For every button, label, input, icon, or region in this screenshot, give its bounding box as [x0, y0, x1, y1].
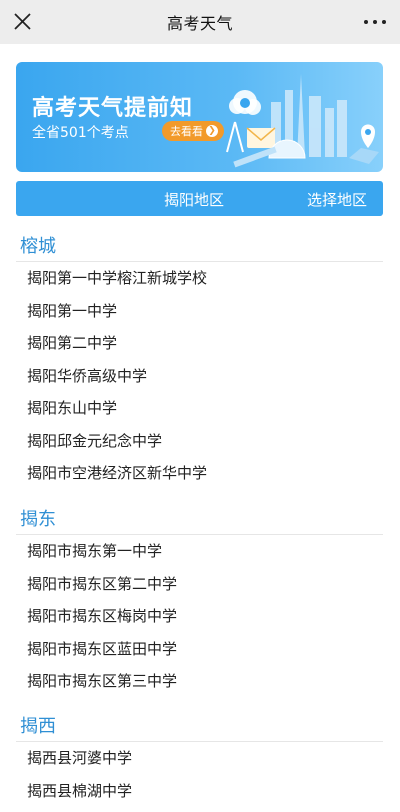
- city-skyline-illustration: [226, 74, 379, 168]
- district-section: 榕城 揭阳第一中学榕江新城学校 揭阳第一中学 揭阳第二中学 揭阳华侨高级中学 揭…: [16, 232, 383, 490]
- banner-go-label: 去看看: [170, 125, 203, 138]
- school-item[interactable]: 揭阳第二中学: [16, 327, 383, 360]
- more-dot: [382, 20, 386, 24]
- more-dot: [364, 20, 368, 24]
- map-pin-icon: [349, 124, 379, 164]
- school-item[interactable]: 揭西县河婆中学: [16, 742, 383, 775]
- school-item[interactable]: 揭阳市揭东区第二中学: [16, 568, 383, 601]
- school-item[interactable]: 揭阳华侨高级中学: [16, 360, 383, 393]
- school-item[interactable]: 揭阳东山中学: [16, 392, 383, 425]
- select-region-button[interactable]: 选择地区: [307, 189, 367, 210]
- school-item[interactable]: 揭阳市揭东第一中学: [16, 535, 383, 568]
- district-section: 揭东 揭阳市揭东第一中学 揭阳市揭东区第二中学 揭阳市揭东区梅岗中学 揭阳市揭东…: [16, 505, 383, 698]
- current-region-label: 揭阳地区: [164, 191, 225, 209]
- district-title: 揭东: [16, 505, 383, 535]
- region-bar: 揭阳地区 选择地区: [16, 181, 383, 216]
- school-item[interactable]: 揭阳市揭东区第三中学: [16, 665, 383, 698]
- school-item[interactable]: 揭阳市空港经济区新华中学: [16, 457, 383, 490]
- banner-subtitle: 全省501个考点: [32, 125, 129, 141]
- school-item[interactable]: 揭西县棉湖中学: [16, 775, 383, 808]
- district-section: 揭西 揭西县河婆中学 揭西县棉湖中学: [16, 712, 383, 807]
- page-title: 高考天气: [166, 14, 233, 33]
- school-item[interactable]: 揭阳市揭东区梅岗中学: [16, 600, 383, 633]
- more-dot: [373, 20, 377, 24]
- promo-banner[interactable]: 高考天气提前知 全省501个考点 去看看 ❯: [16, 62, 383, 172]
- close-icon[interactable]: [10, 9, 36, 35]
- school-item[interactable]: 揭阳邱金元纪念中学: [16, 425, 383, 458]
- top-navbar: 高考天气: [0, 0, 400, 44]
- envelope-icon: [246, 127, 276, 148]
- district-title: 榕城: [16, 232, 383, 262]
- school-item[interactable]: 揭阳第一中学榕江新城学校: [16, 262, 383, 295]
- district-title: 揭西: [16, 712, 383, 742]
- cloud-icon: [229, 90, 261, 115]
- school-item[interactable]: 揭阳第一中学: [16, 295, 383, 328]
- more-icon[interactable]: [364, 18, 386, 26]
- school-item[interactable]: 揭阳市揭东区蓝田中学: [16, 633, 383, 666]
- banner-title: 高考天气提前知: [32, 96, 194, 121]
